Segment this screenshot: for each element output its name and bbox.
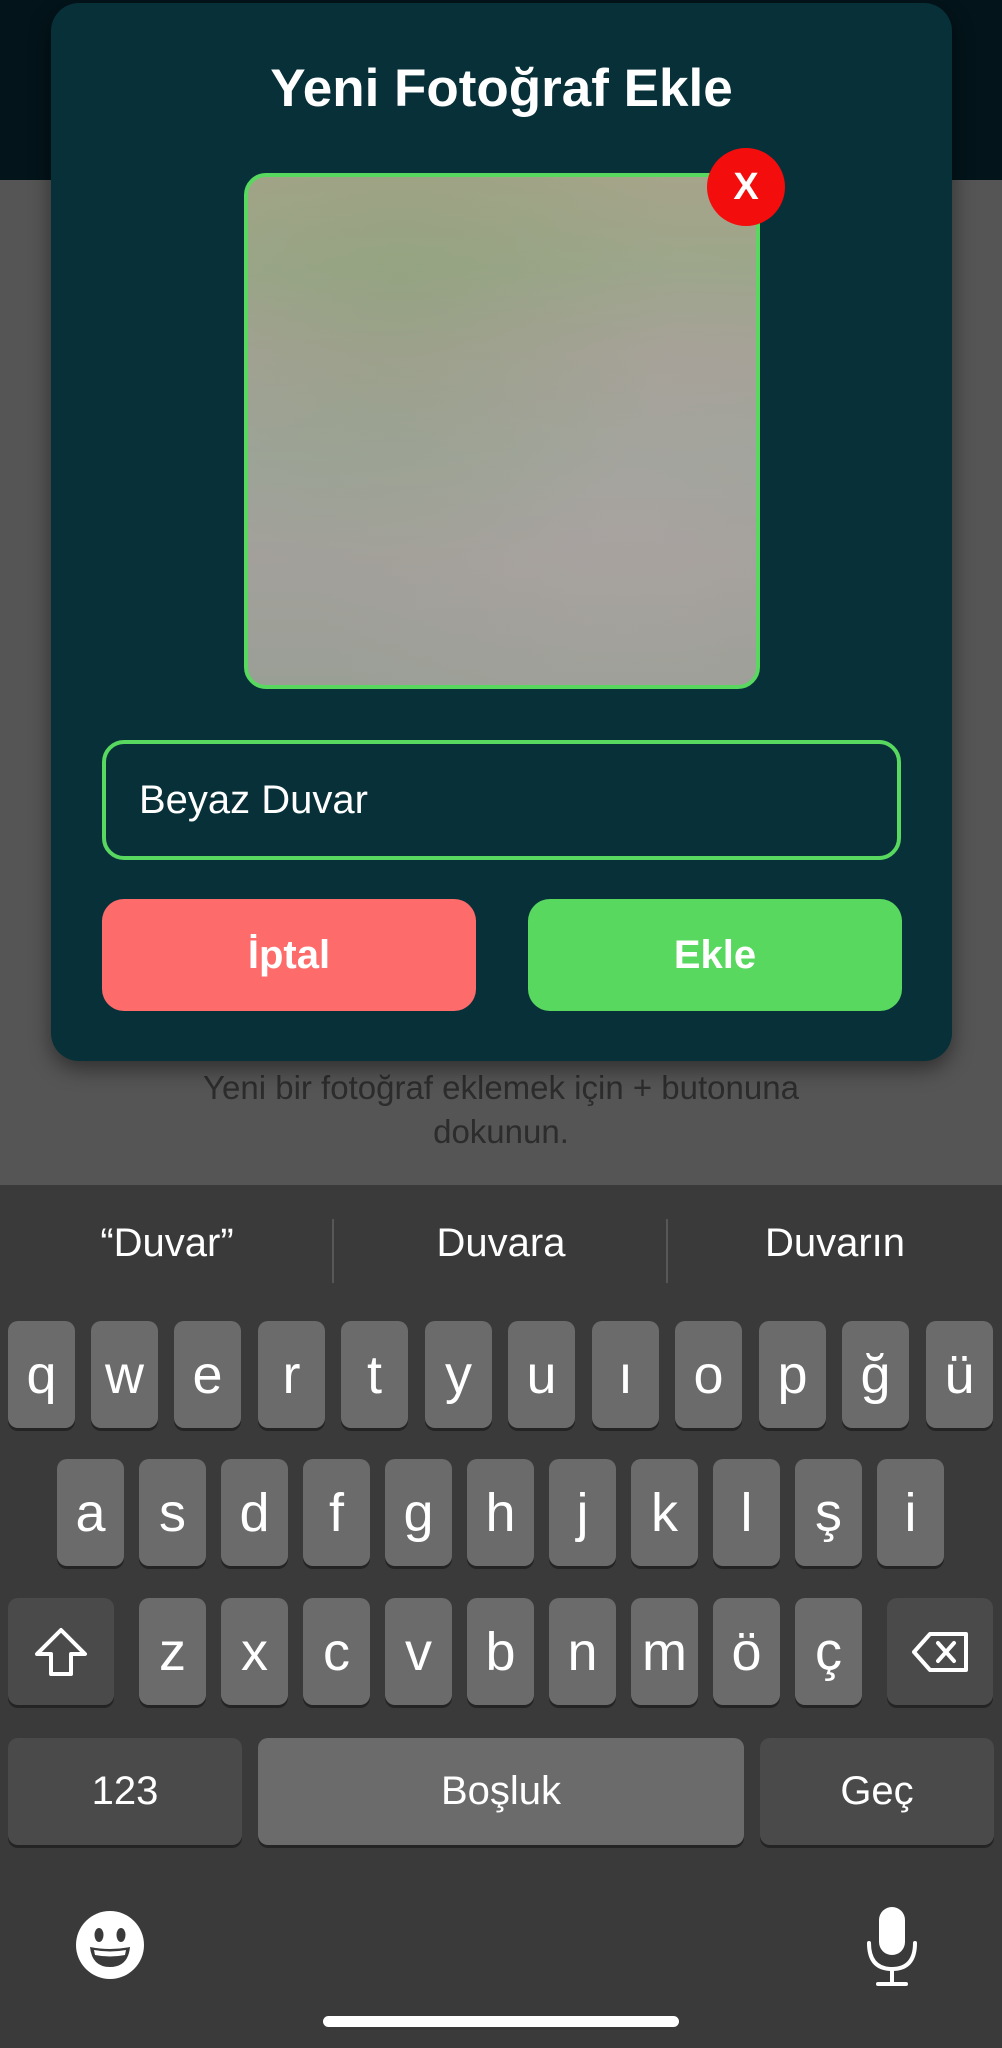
- key[interactable]: n: [549, 1598, 616, 1705]
- key[interactable]: u: [508, 1321, 575, 1428]
- photo-image: [248, 177, 756, 685]
- suggestion-item[interactable]: Duvarın: [668, 1221, 1002, 1266]
- photo-preview: [244, 173, 760, 689]
- key[interactable]: t: [341, 1321, 408, 1428]
- shift-key[interactable]: [8, 1598, 114, 1705]
- add-button[interactable]: Ekle: [528, 899, 902, 1011]
- key[interactable]: y: [425, 1321, 492, 1428]
- key[interactable]: x: [221, 1598, 288, 1705]
- key[interactable]: o: [675, 1321, 742, 1428]
- empty-state-hint: Yeni bir fotoğraf eklemek için + butonun…: [203, 1069, 799, 1150]
- key[interactable]: ü: [926, 1321, 993, 1428]
- photo-name-input[interactable]: Beyaz Duvar: [102, 740, 901, 860]
- dialog-title: Yeni Fotoğraf Ekle: [270, 59, 733, 118]
- numbers-key[interactable]: 123: [8, 1738, 242, 1845]
- key[interactable]: c: [303, 1598, 370, 1705]
- microphone-icon[interactable]: [862, 1903, 922, 1989]
- key[interactable]: j: [549, 1459, 616, 1566]
- key[interactable]: b: [467, 1598, 534, 1705]
- key[interactable]: r: [258, 1321, 325, 1428]
- space-key[interactable]: Boşluk: [258, 1738, 744, 1845]
- key[interactable]: a: [57, 1459, 124, 1566]
- emoji-icon[interactable]: [74, 1909, 146, 1981]
- key[interactable]: ö: [713, 1598, 780, 1705]
- key[interactable]: v: [385, 1598, 452, 1705]
- add-photo-dialog: Yeni Fotoğraf Ekle X Beyaz Duvar İptal E…: [51, 3, 952, 1061]
- key[interactable]: ı: [592, 1321, 659, 1428]
- key[interactable]: ş: [795, 1459, 862, 1566]
- key[interactable]: ğ: [842, 1321, 909, 1428]
- key[interactable]: p: [759, 1321, 826, 1428]
- key[interactable]: i: [877, 1459, 944, 1566]
- home-indicator: [323, 2016, 679, 2027]
- key[interactable]: s: [139, 1459, 206, 1566]
- backspace-icon: [912, 1631, 968, 1672]
- key[interactable]: g: [385, 1459, 452, 1566]
- key[interactable]: l: [713, 1459, 780, 1566]
- key[interactable]: e: [174, 1321, 241, 1428]
- key[interactable]: h: [467, 1459, 534, 1566]
- key[interactable]: m: [631, 1598, 698, 1705]
- key[interactable]: w: [91, 1321, 158, 1428]
- keyboard: “Duvar” Duvara Duvarın q w e r t y u ı o…: [0, 1185, 1002, 2048]
- key[interactable]: q: [8, 1321, 75, 1428]
- suggestion-item[interactable]: Duvara: [334, 1221, 668, 1266]
- shift-icon: [35, 1627, 87, 1676]
- backspace-key[interactable]: [887, 1598, 993, 1705]
- key[interactable]: d: [221, 1459, 288, 1566]
- remove-photo-button[interactable]: X: [707, 148, 785, 226]
- return-key[interactable]: Geç: [760, 1738, 994, 1845]
- suggestion-item[interactable]: “Duvar”: [0, 1221, 334, 1266]
- key[interactable]: ç: [795, 1598, 862, 1705]
- key[interactable]: f: [303, 1459, 370, 1566]
- key[interactable]: z: [139, 1598, 206, 1705]
- cancel-button[interactable]: İptal: [102, 899, 476, 1011]
- suggestion-bar: “Duvar” Duvara Duvarın: [0, 1185, 1002, 1315]
- key[interactable]: k: [631, 1459, 698, 1566]
